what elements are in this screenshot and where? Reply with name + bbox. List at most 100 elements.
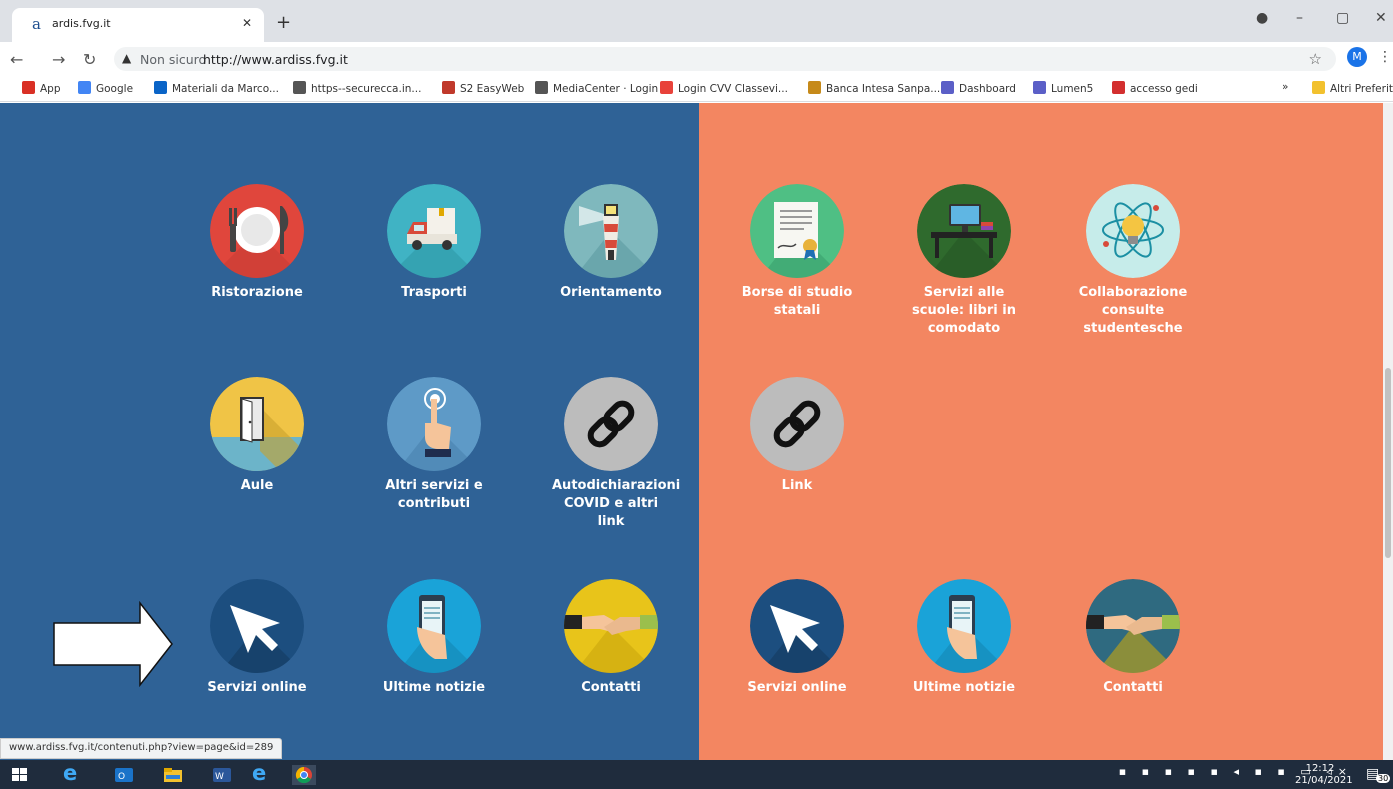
apps-icon (22, 81, 35, 94)
tile-label[interactable]: Autodichiarazioni COVID e altri link (552, 477, 680, 531)
cursor-icon[interactable] (210, 579, 304, 673)
truck-icon[interactable] (387, 184, 481, 278)
desk-icon[interactable] (917, 184, 1011, 278)
tile-altri-servizi[interactable]: Altri servizi e contributi (359, 377, 509, 513)
tile-servizi-online[interactable]: Servizi online (182, 579, 332, 697)
bookmark-label: Dashboard (959, 83, 1016, 95)
tile-label[interactable]: Servizi online (198, 679, 316, 697)
news-icon[interactable] (917, 579, 1011, 673)
bookmark-item[interactable]: MediaCenter · Login (535, 81, 658, 95)
bookmark-item[interactable]: https--securecca.in... (293, 81, 421, 95)
tile-contatti[interactable]: Contatti (1058, 579, 1208, 697)
outlook-icon[interactable]: O (114, 765, 134, 785)
tile-orientamento[interactable]: Orientamento (536, 184, 686, 302)
scrollbar-thumb[interactable] (1385, 368, 1391, 558)
bookmark-item[interactable]: S2 EasyWeb (442, 81, 524, 95)
scrollbar[interactable] (1383, 103, 1393, 760)
tile-autodichiarazioni[interactable]: Autodichiarazioni COVID e altri link (536, 377, 686, 531)
diamond-icon (1033, 81, 1046, 94)
tile-label[interactable]: Contatti (1074, 679, 1192, 697)
news-icon[interactable] (387, 579, 481, 673)
word-icon[interactable]: W (212, 765, 232, 785)
tile-borse-di-studio[interactable]: Borse di studio statali (722, 184, 872, 320)
bookmark-item[interactable]: Dashboard (941, 81, 1016, 95)
bookmark-item[interactable]: App (22, 81, 61, 95)
bookmark-label: App (40, 83, 61, 95)
chrome-icon[interactable] (292, 765, 316, 785)
gedi-icon (1112, 81, 1125, 94)
internet-explorer-icon-2[interactable]: e (252, 761, 266, 785)
tile-label[interactable]: Link (738, 477, 856, 495)
security-label[interactable]: Non sicuro (140, 52, 206, 67)
plate-icon[interactable] (210, 184, 304, 278)
tile-label[interactable]: Aule (198, 477, 316, 495)
touch-icon[interactable] (387, 377, 481, 471)
tile-ristorazione[interactable]: Ristorazione (182, 184, 332, 302)
minimize-icon[interactable]: – (1296, 10, 1303, 26)
tile-ultime-notizie[interactable]: Ultime notizie (359, 579, 509, 697)
bookmark-star-icon[interactable]: ☆ (1309, 50, 1322, 68)
menu-icon[interactable]: ⋮ (1378, 49, 1392, 65)
close-window-icon[interactable]: ✕ (1375, 10, 1387, 26)
browser-tab[interactable]: a ardis.fvg.it ✕ (12, 8, 264, 42)
tile-trasporti[interactable]: Trasporti (359, 184, 509, 302)
bookmark-item[interactable]: accesso gedi (1112, 81, 1198, 95)
tile-collaborazione[interactable]: Collaborazione consulte studentesche (1058, 184, 1208, 338)
cursor-icon[interactable] (750, 579, 844, 673)
s2-icon (442, 81, 455, 94)
tile-label[interactable]: Ultime notizie (905, 679, 1023, 697)
maximize-icon[interactable]: ▢ (1336, 10, 1349, 26)
other-bookmarks[interactable]: Altri Preferiti (1312, 81, 1393, 95)
tile-servizi-scuole[interactable]: Servizi alle scuole: libri in comodato (889, 184, 1039, 338)
link-icon[interactable] (750, 377, 844, 471)
handshake-icon[interactable] (564, 579, 658, 673)
bookmark-item[interactable]: Google (78, 81, 133, 95)
omnibox[interactable]: ▲ Non sicuro http://www.ardiss.fvg.it ☆ (114, 47, 1336, 71)
windows-start-icon[interactable] (11, 765, 29, 785)
bookmark-item[interactable]: Materiali da Marco... (154, 81, 279, 95)
warning-icon[interactable]: ▲ (122, 51, 131, 65)
tile-label[interactable]: Servizi online (738, 679, 856, 697)
tab-search-icon[interactable]: ● (1256, 10, 1268, 26)
tile-link[interactable]: Link (722, 377, 872, 495)
reload-icon[interactable]: ↻ (83, 50, 96, 69)
tile-contatti[interactable]: Contatti (536, 579, 686, 697)
tile-label[interactable]: Altri servizi e contributi (375, 477, 493, 513)
tile-label[interactable]: Ristorazione (198, 284, 316, 302)
tile-label[interactable]: Ultime notizie (375, 679, 493, 697)
google-icon (78, 81, 91, 94)
profile-avatar[interactable]: M (1347, 47, 1367, 67)
close-tab-icon[interactable]: ✕ (242, 16, 252, 30)
internet-explorer-icon[interactable]: e (63, 761, 77, 785)
link-icon[interactable] (564, 377, 658, 471)
tile-ultime-notizie[interactable]: Ultime notizie (889, 579, 1039, 697)
bookmark-label: accesso gedi (1130, 83, 1198, 95)
tile-label[interactable]: Contatti (552, 679, 670, 697)
url-text[interactable]: http://www.ardiss.fvg.it (203, 52, 348, 67)
tile-servizi-online[interactable]: Servizi online (722, 579, 872, 697)
lighthouse-icon[interactable] (564, 184, 658, 278)
tile-label[interactable]: Servizi alle scuole: libri in comodato (905, 284, 1023, 338)
page-content: Ristorazione Trasporti Orientamento Aule Alt… (0, 103, 1393, 760)
forward-icon[interactable]: → (52, 50, 65, 69)
back-icon[interactable]: ← (10, 50, 23, 69)
tile-label[interactable]: Trasporti (375, 284, 493, 302)
tile-label[interactable]: Borse di studio statali (738, 284, 856, 320)
atom-icon[interactable] (1086, 184, 1180, 278)
clock[interactable]: 12:12 21/04/2021 (1295, 763, 1353, 787)
door-icon[interactable] (210, 377, 304, 471)
file-explorer-icon[interactable] (163, 765, 183, 785)
address-bar-row: ← → ↻ ▲ Non sicuro http://www.ardiss.fvg… (0, 42, 1393, 76)
tile-aule[interactable]: Aule (182, 377, 332, 495)
handshake-icon[interactable] (1086, 579, 1180, 673)
bookmarks-overflow-icon[interactable]: » (1282, 81, 1288, 93)
new-tab-icon[interactable]: + (276, 12, 291, 33)
tile-label[interactable]: Orientamento (552, 284, 670, 302)
certificate-icon[interactable] (750, 184, 844, 278)
notifications-icon[interactable]: ▤ 30 (1366, 766, 1391, 784)
bookmark-item[interactable]: Banca Intesa Sanpa... (808, 81, 940, 95)
bookmark-item[interactable]: Lumen5 (1033, 81, 1093, 95)
bookmark-item[interactable]: Login CVV Classevi... (660, 81, 788, 95)
tile-label[interactable]: Collaborazione consulte studentesche (1074, 284, 1192, 338)
status-bar-url: www.ardiss.fvg.it/contenuti.php?view=pag… (0, 738, 283, 759)
